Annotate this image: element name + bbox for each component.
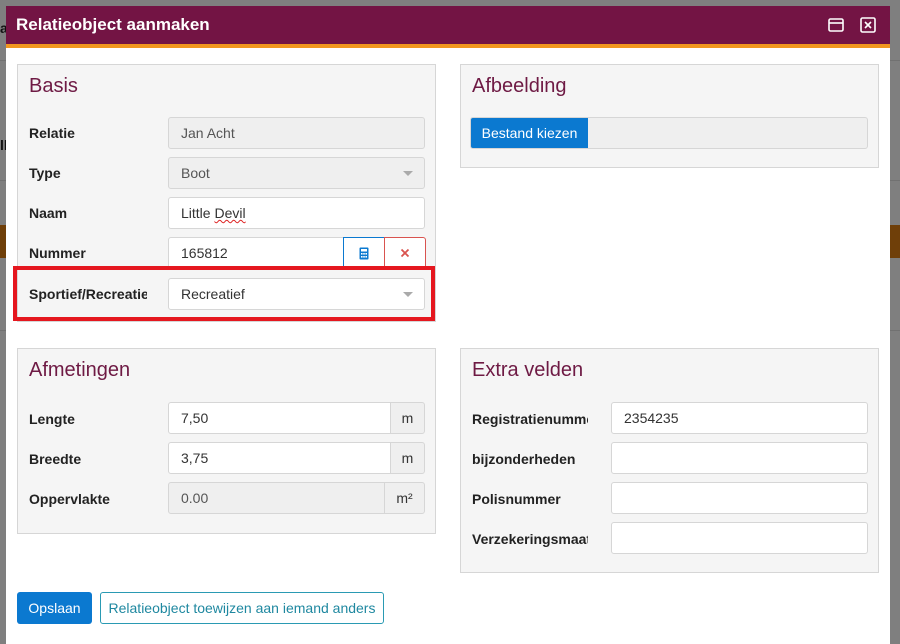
- breedte-label: Breedte: [29, 451, 82, 467]
- chevron-down-icon: [403, 171, 413, 176]
- bijzonderheden-label: bijzonderheden: [472, 451, 576, 467]
- assign-to-other-button[interactable]: Relatieobject toewijzen aan iemand ander…: [100, 592, 384, 624]
- sportief-value: Recreatief: [181, 286, 245, 302]
- verzekeringsmaatschappij-label: Verzekeringsmaatschappij: [472, 531, 588, 547]
- naam-value: Little Devil: [181, 205, 246, 221]
- breedte-input[interactable]: 3,75: [168, 442, 391, 474]
- oppervlakte-value: 0.00: [181, 490, 209, 506]
- registratienummer-input[interactable]: 2354235: [611, 402, 868, 434]
- lengte-label: Lengte: [29, 411, 75, 427]
- relatie-value: Jan Acht: [181, 125, 235, 141]
- naam-input[interactable]: Little Devil: [168, 197, 425, 229]
- clear-button[interactable]: [384, 237, 426, 269]
- breedte-value: 3,75: [181, 450, 209, 466]
- type-select: Boot: [168, 157, 425, 189]
- relatie-label: Relatie: [29, 125, 75, 141]
- naam-label: Naam: [29, 205, 68, 221]
- close-icon: [400, 248, 410, 258]
- type-value: Boot: [181, 165, 210, 181]
- chevron-down-icon: [403, 292, 413, 297]
- choose-file-button[interactable]: Bestand kiezen: [471, 118, 588, 148]
- bijzonderheden-input[interactable]: [611, 442, 868, 474]
- polisnummer-input[interactable]: [611, 482, 868, 514]
- oppervlakte-label: Oppervlakte: [29, 491, 110, 507]
- calculator-icon: [359, 247, 369, 259]
- naam-value-text: Little: [181, 205, 215, 221]
- sportief-select[interactable]: Recreatief: [168, 278, 425, 310]
- sportief-label: Sportief/Recreatief: [29, 286, 147, 302]
- registratienummer-label: Registratienummer: [472, 411, 588, 427]
- calculator-button[interactable]: [343, 237, 385, 269]
- lengte-value: 7,50: [181, 410, 209, 426]
- create-relation-object-dialog: Relatieobject aanmaken Basis Relatie Jan…: [6, 6, 890, 644]
- extra-velden-panel: Extra velden Registratienummer 2354235 b…: [460, 348, 879, 573]
- unit-addon: m: [390, 442, 425, 474]
- section-title: Afmetingen: [29, 359, 131, 381]
- save-button[interactable]: Opslaan: [17, 592, 92, 624]
- dialog-title: Relatieobject aanmaken: [16, 15, 210, 34]
- section-title: Extra velden: [472, 359, 584, 381]
- registratienummer-value: 2354235: [624, 410, 679, 426]
- naam-value-misspelled: Devil: [214, 205, 246, 221]
- lengte-input[interactable]: 7,50: [168, 402, 391, 434]
- afbeelding-panel: Afbeelding: [460, 64, 879, 168]
- maximize-icon[interactable]: [824, 13, 848, 37]
- polisnummer-label: Polisnummer: [472, 491, 561, 507]
- type-label: Type: [29, 165, 61, 181]
- unit-addon: m: [390, 402, 425, 434]
- close-icon[interactable]: [856, 13, 880, 37]
- verzekeringsmaatschappij-input[interactable]: [611, 522, 868, 554]
- relatie-field: Jan Acht: [168, 117, 425, 149]
- section-title: Basis: [29, 75, 78, 97]
- file-picker[interactable]: Bestand kiezen: [470, 117, 868, 149]
- section-title: Afbeelding: [472, 75, 567, 97]
- nummer-value: 165812: [181, 245, 228, 261]
- unit-addon: m²: [384, 482, 425, 514]
- nummer-input[interactable]: 165812: [168, 237, 344, 269]
- nummer-label: Nummer: [29, 245, 86, 261]
- afmetingen-panel: Afmetingen Lengte 7,50 m Breedte 3,75 m …: [17, 348, 436, 534]
- oppervlakte-field: 0.00: [168, 482, 385, 514]
- dialog-header: Relatieobject aanmaken: [6, 6, 890, 48]
- basis-panel: Basis Relatie Jan Acht Type Boot Naam Li…: [17, 64, 436, 322]
